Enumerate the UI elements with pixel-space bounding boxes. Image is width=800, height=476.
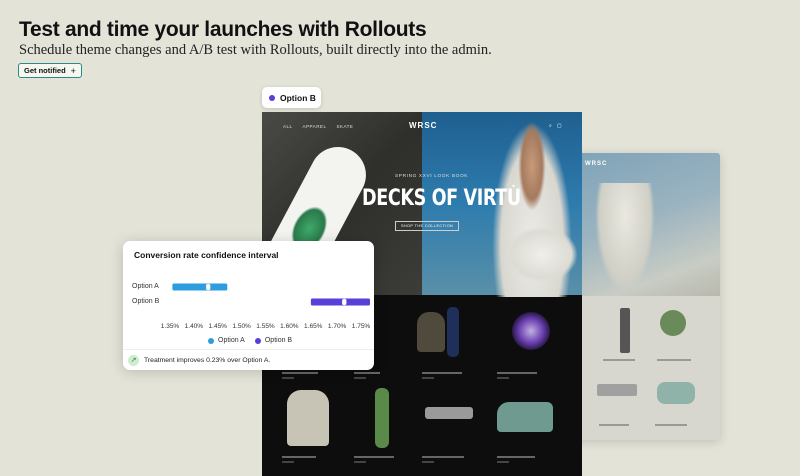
chart-footer-text: Treatment improves 0.23% over Option A.	[144, 356, 271, 364]
page-subtitle: Schedule theme changes and A/B test with…	[19, 42, 492, 58]
x-tick-label: 1.35%	[161, 323, 180, 330]
chart-legend: Option A Option B	[208, 337, 292, 344]
x-tick-label: 1.65%	[304, 323, 323, 330]
legend-item-option-a: Option A	[208, 337, 245, 344]
product-caption	[354, 372, 380, 374]
product-caption	[657, 359, 691, 361]
legend-label: Option B	[264, 337, 293, 344]
product-caption	[655, 424, 687, 426]
product-caption	[422, 372, 462, 374]
interval-bar-option-b	[310, 298, 370, 306]
legend-item-option-b: Option B	[254, 337, 293, 344]
skater-photo	[595, 183, 655, 293]
product-price	[354, 461, 366, 463]
product-caption	[282, 456, 316, 458]
shop-collection-button[interactable]: SHOP THE COLLECTION	[395, 221, 460, 231]
nav-link-skate[interactable]: SKATE	[336, 124, 353, 129]
confidence-interval-card: Conversion rate confidence interval Opti…	[123, 241, 374, 370]
nav-link-apparel[interactable]: APPAREL	[303, 124, 327, 129]
product-caption	[422, 456, 464, 458]
get-notified-label: Get notified	[24, 66, 66, 75]
variant-dot	[269, 94, 275, 101]
nav-link-all[interactable]: ALL	[283, 124, 293, 129]
hero-title: DECKS OF VIRTÙ	[362, 186, 521, 211]
variant-label: Option B	[280, 92, 316, 103]
product-caption	[599, 424, 629, 426]
product-truck	[597, 384, 637, 396]
held-skateboard	[507, 227, 577, 282]
chart-footer: ↗ Treatment improves 0.23% over Option A…	[123, 349, 374, 370]
x-tick-label: 1.50%	[232, 323, 251, 330]
store-nav: ALL APPAREL SKATE	[283, 124, 353, 129]
x-tick-label: 1.75%	[352, 323, 371, 330]
product-caption	[497, 456, 535, 458]
x-tick-label: 1.55%	[256, 323, 275, 330]
product-deck[interactable]	[447, 307, 459, 357]
product-price	[282, 461, 294, 463]
x-tick-label: 1.40%	[185, 323, 204, 330]
product-shoe	[657, 382, 695, 404]
trend-up-icon: ↗	[128, 354, 139, 366]
product-price	[497, 461, 509, 463]
product-price	[282, 377, 294, 379]
product-caption	[603, 359, 635, 361]
back-hero-image: WRSC	[575, 153, 720, 296]
legend-label: Option A	[218, 337, 245, 344]
legend-dot	[208, 337, 214, 344]
product-price	[422, 461, 434, 463]
x-tick-label: 1.45%	[209, 323, 228, 330]
product-price	[422, 377, 434, 379]
page-title: Test and time your launches with Rollout…	[19, 18, 427, 41]
product-deck[interactable]	[375, 388, 389, 448]
product-caption	[497, 372, 537, 374]
product-hoodie[interactable]	[287, 390, 329, 446]
cart-icon[interactable]: ▢	[557, 123, 562, 129]
back-product-grid	[575, 296, 720, 440]
product-wheel[interactable]	[512, 312, 550, 350]
x-tick-label: 1.70%	[328, 323, 347, 330]
product-shoe[interactable]	[497, 402, 553, 432]
interval-bar-option-a	[172, 283, 228, 291]
product-caption	[282, 372, 318, 374]
product-price	[497, 377, 509, 379]
x-tick-label: 1.60%	[280, 323, 299, 330]
legend-dot	[254, 337, 261, 344]
store-logo[interactable]: WRSC	[409, 121, 437, 130]
get-notified-button[interactable]: Get notified +	[18, 63, 82, 78]
back-store-logo: WRSC	[585, 161, 608, 167]
interval-plot: 1.35% 1.40% 1.45% 1.50% 1.55% 1.60% 1.65% 1.70%…	[161, 283, 371, 330]
product-beanie[interactable]	[417, 312, 445, 352]
plus-icon: +	[70, 65, 76, 76]
point-estimate-option-b	[342, 298, 347, 306]
variant-tag: Option B	[262, 87, 321, 108]
product-wheel	[660, 310, 686, 336]
point-estimate-option-a	[205, 283, 211, 291]
hero-eyebrow: SPRING XXVI LOOK BOOK	[395, 174, 469, 179]
product-truck[interactable]	[425, 407, 473, 419]
product-deck	[620, 308, 630, 353]
product-caption	[354, 456, 394, 458]
option-a-storefront-preview: WRSC	[575, 153, 720, 440]
store-nav-icons: ⌕ ▢	[549, 123, 562, 129]
product-price	[354, 377, 366, 379]
search-icon[interactable]: ⌕	[549, 123, 552, 129]
